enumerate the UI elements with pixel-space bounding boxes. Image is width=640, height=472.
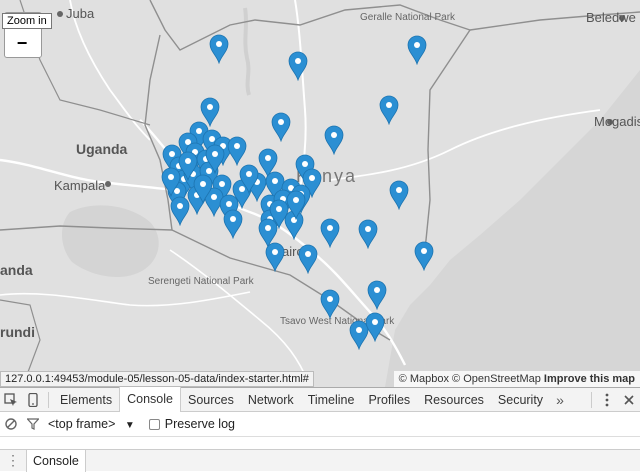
- device-mode-icon[interactable]: [22, 388, 44, 412]
- map-marker-icon[interactable]: [414, 241, 434, 272]
- map-marker-icon[interactable]: [170, 196, 190, 227]
- map-marker-icon[interactable]: [320, 289, 340, 320]
- devtools-tabbar: Elements Console Sources Network Timelin…: [0, 387, 640, 412]
- park-label-serengeti: Serengeti National Park: [148, 276, 254, 287]
- preserve-log-checkbox[interactable]: [148, 418, 160, 430]
- city-label-beledweyne: Beledwe: [586, 10, 636, 25]
- zoom-in-tooltip[interactable]: Zoom in: [2, 13, 52, 29]
- map-marker-icon[interactable]: [223, 209, 243, 240]
- city-label-juba: Juba: [66, 6, 95, 21]
- frame-select-value: <top frame>: [48, 417, 116, 431]
- tab-security[interactable]: Security: [491, 388, 550, 412]
- clear-console-icon[interactable]: [0, 418, 22, 430]
- map-marker-icon[interactable]: [324, 125, 344, 156]
- status-bar-url: 127.0.0.1:49453/module-05/lesson-05-data…: [0, 371, 314, 387]
- map-marker-icon[interactable]: [205, 144, 225, 175]
- toolbar-divider: [48, 391, 49, 408]
- country-label-rwanda: anda: [0, 262, 33, 278]
- map-marker-icon[interactable]: [407, 35, 427, 66]
- map-marker-icon[interactable]: [286, 190, 306, 221]
- inspect-element-icon[interactable]: [0, 388, 22, 412]
- map-marker-icon[interactable]: [320, 218, 340, 249]
- map-marker-icon[interactable]: [365, 312, 385, 343]
- map-marker-icon[interactable]: [288, 51, 308, 82]
- console-toolbar: <top frame> ▼ Preserve log: [0, 412, 640, 437]
- tab-profiles[interactable]: Profiles: [361, 388, 417, 412]
- map-marker-icon[interactable]: [358, 219, 378, 250]
- map-marker-icon[interactable]: [239, 164, 259, 195]
- map-attribution: © Mapbox © OpenStreetMap Improve this ma…: [393, 371, 640, 387]
- tab-console[interactable]: Console: [119, 387, 181, 412]
- map-marker-icon[interactable]: [271, 112, 291, 143]
- country-label-uganda: Uganda: [76, 141, 128, 157]
- map-marker-icon[interactable]: [209, 34, 229, 65]
- map-marker-icon[interactable]: [389, 180, 409, 211]
- preserve-log-label: Preserve log: [164, 417, 235, 431]
- map-view[interactable]: Juba Geralle National Park Beledwe Ugand…: [0, 0, 640, 387]
- more-tabs-button[interactable]: »: [550, 392, 570, 408]
- park-label-geralle: Geralle National Park: [360, 12, 456, 23]
- vertical-dots-icon[interactable]: [596, 388, 618, 412]
- tab-timeline[interactable]: Timeline: [301, 388, 362, 412]
- chevron-down-icon: ▼: [124, 420, 135, 431]
- tab-sources[interactable]: Sources: [181, 388, 241, 412]
- tab-elements[interactable]: Elements: [53, 388, 119, 412]
- park-label-tsavo: Tsavo West National Park: [280, 316, 395, 327]
- map-marker-icon[interactable]: [298, 244, 318, 275]
- drawer-handle-icon[interactable]: ⋮: [0, 452, 26, 469]
- tab-network[interactable]: Network: [241, 388, 301, 412]
- devtools-drawer: ⋮ Console: [0, 449, 640, 472]
- improve-map-link[interactable]: Improve this map: [544, 373, 635, 385]
- attribution-osm-link[interactable]: © OpenStreetMap: [452, 373, 541, 385]
- attribution-mapbox-link[interactable]: © Mapbox: [399, 373, 449, 385]
- country-label-burundi: rundi: [0, 324, 35, 340]
- city-label-kampala: Kampala: [54, 178, 106, 193]
- tab-resources[interactable]: Resources: [417, 388, 491, 412]
- close-icon[interactable]: [618, 388, 640, 412]
- devtools-panel: Elements Console Sources Network Timelin…: [0, 387, 640, 472]
- map-marker-icon[interactable]: [379, 95, 399, 126]
- map-marker-icon[interactable]: [227, 136, 247, 167]
- toolbar-divider: [591, 392, 592, 408]
- drawer-tab-console[interactable]: Console: [26, 449, 86, 472]
- city-label-mogadishu: Mogadis: [594, 114, 640, 129]
- map-marker-icon[interactable]: [367, 280, 387, 311]
- filter-icon[interactable]: [22, 418, 44, 430]
- frame-select[interactable]: <top frame> ▼: [48, 417, 135, 431]
- map-marker-icon[interactable]: [178, 151, 198, 182]
- map-marker-icon[interactable]: [265, 242, 285, 273]
- zoom-out-button[interactable]: −: [10, 34, 34, 54]
